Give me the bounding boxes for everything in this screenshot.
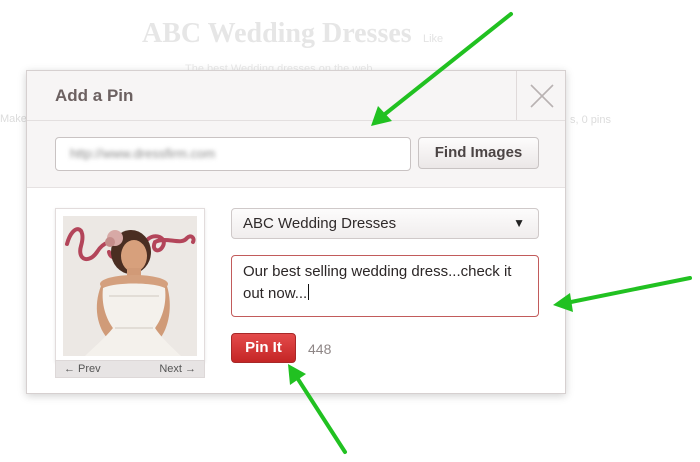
- annotation-arrow-pin-it: [294, 374, 347, 454]
- annotation-arrows: [288, 12, 692, 454]
- arrowhead-description-icon: [553, 293, 573, 312]
- annotation-arrow-description: [564, 276, 692, 305]
- arrowhead-pin-it-icon: [288, 364, 306, 385]
- annotation-arrow-url: [378, 12, 513, 120]
